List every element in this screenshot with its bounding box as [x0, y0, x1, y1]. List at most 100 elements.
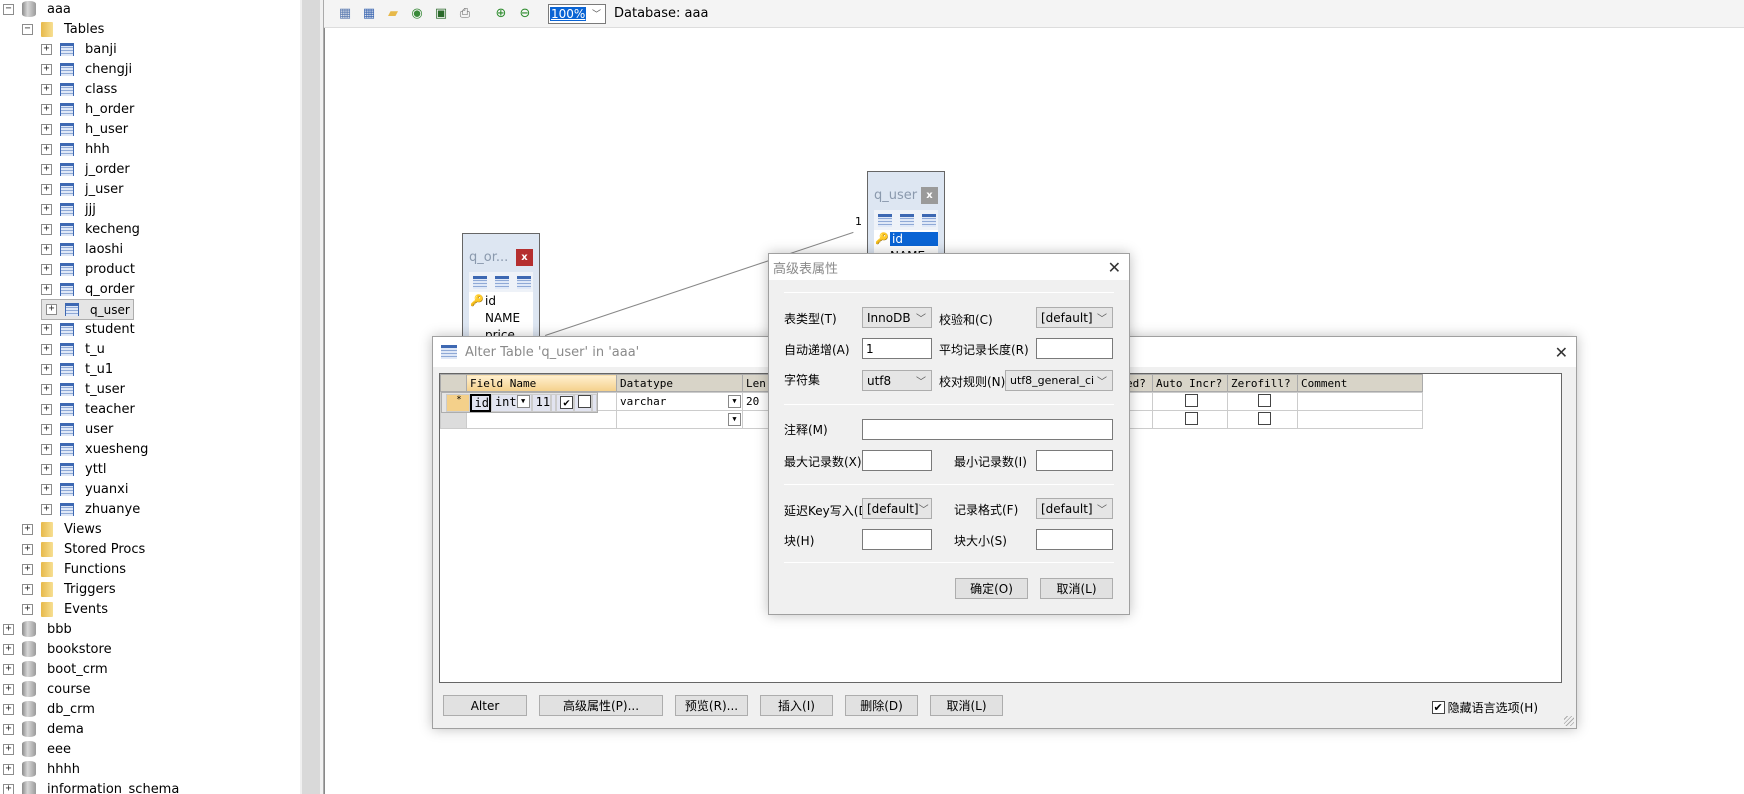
zoom-in-icon[interactable]: ⊕: [492, 5, 510, 23]
expand-icon[interactable]: +: [41, 483, 52, 495]
close-icon[interactable]: x: [516, 248, 533, 266]
charset-select[interactable]: utf8 ﹀: [862, 370, 932, 391]
table-type-select[interactable]: InnoDB ﹀: [862, 307, 932, 328]
add-table-icon[interactable]: ▦: [360, 5, 378, 23]
block-input[interactable]: [862, 529, 932, 550]
erd-field[interactable]: 🔑 id: [874, 230, 938, 247]
expand-icon[interactable]: +: [41, 123, 52, 135]
expand-icon[interactable]: +: [3, 783, 14, 794]
expand-icon[interactable]: +: [3, 743, 14, 755]
zerofill-cell[interactable]: [1227, 410, 1298, 429]
cancel-button[interactable]: 取消(L): [1040, 578, 1113, 599]
tree-database[interactable]: − aaa: [3, 0, 74, 19]
expand-icon[interactable]: +: [41, 203, 52, 215]
row-marker[interactable]: *: [445, 393, 470, 412]
expand-icon[interactable]: +: [41, 443, 52, 455]
hide-language-options-checkbox[interactable]: ✔ 隐藏语言选项(H): [1431, 699, 1538, 716]
comment-cell[interactable]: [1297, 410, 1423, 429]
tree-database[interactable]: + boot_crm: [3, 659, 111, 679]
expand-icon[interactable]: +: [41, 83, 52, 95]
datatype-cell[interactable]: ▼: [616, 410, 743, 429]
expand-icon[interactable]: +: [41, 263, 52, 275]
tree-folder-tables[interactable]: − Tables: [22, 19, 107, 39]
tree-table[interactable]: + jjj: [41, 199, 99, 219]
expand-icon[interactable]: +: [41, 403, 52, 415]
close-icon[interactable]: x: [921, 186, 938, 204]
auto-incr-cell[interactable]: [1152, 392, 1228, 411]
erd-table-q-user[interactable]: q_userx 🔑idNAME: [867, 171, 945, 264]
tree-folder[interactable]: + Functions: [22, 559, 129, 579]
tree-table[interactable]: + user: [41, 419, 116, 439]
checkbox[interactable]: ✔: [560, 395, 574, 409]
expand-icon[interactable]: +: [22, 583, 33, 595]
relations-icon[interactable]: [922, 213, 936, 227]
open-folder-icon[interactable]: ▰: [384, 5, 402, 23]
preview-button[interactable]: 预览(R)...: [675, 695, 748, 716]
expand-icon[interactable]: +: [3, 683, 14, 695]
tree-table[interactable]: + t_u: [41, 339, 108, 359]
checkbox[interactable]: [1185, 411, 1198, 425]
manage-index-icon[interactable]: [495, 275, 509, 289]
tree-table[interactable]: + h_order: [41, 99, 137, 119]
tree-table[interactable]: + zhuanye: [41, 499, 143, 519]
tree-database[interactable]: + dema: [3, 719, 87, 739]
export-image-icon[interactable]: ▣: [432, 5, 450, 23]
dropdown-arrow-icon[interactable]: ▼: [728, 413, 741, 426]
expand-icon[interactable]: +: [41, 423, 52, 435]
scroll-track[interactable]: [302, 0, 320, 794]
tree-table[interactable]: + kecheng: [41, 219, 143, 239]
erd-field[interactable]: 🔑 id: [469, 292, 533, 309]
tree-database[interactable]: + bbb: [3, 619, 75, 639]
column-header-zerofill[interactable]: Zerofill?: [1227, 374, 1298, 392]
checksum-select[interactable]: [default] ﹀: [1036, 307, 1113, 328]
field-name-cell[interactable]: id: [469, 393, 491, 412]
expand-icon[interactable]: +: [41, 163, 52, 175]
tree-folder[interactable]: + Events: [22, 599, 111, 619]
auto-increment-input[interactable]: 1: [862, 338, 932, 359]
alter-button[interactable]: Alter: [443, 695, 527, 716]
edit-table-icon[interactable]: [878, 213, 892, 227]
expand-icon[interactable]: +: [41, 223, 52, 235]
expand-icon[interactable]: +: [3, 723, 14, 735]
dropdown-arrow-icon[interactable]: ▼: [516, 394, 530, 408]
collation-select[interactable]: utf8_general_ci ﹀: [1005, 370, 1113, 391]
erd-field[interactable]: NAME: [469, 309, 533, 326]
datatype-cell[interactable]: int ▼: [490, 393, 532, 412]
checkbox[interactable]: [1257, 411, 1271, 425]
expand-icon[interactable]: +: [41, 463, 52, 475]
tree-table[interactable]: + teacher: [41, 399, 138, 419]
tree-table[interactable]: + h_user: [41, 119, 131, 139]
relations-icon[interactable]: [517, 275, 531, 289]
expand-icon[interactable]: +: [3, 763, 14, 775]
datatype-cell[interactable]: varchar ▼: [616, 392, 743, 411]
splitter[interactable]: [300, 0, 324, 794]
tree-folder[interactable]: + Views: [22, 519, 105, 539]
edit-table-icon[interactable]: [473, 275, 487, 289]
expand-icon[interactable]: +: [22, 543, 33, 555]
tree-table[interactable]: + t_user: [41, 379, 128, 399]
zoom-select[interactable]: 100% ﹀: [548, 3, 606, 24]
row-marker[interactable]: [440, 410, 467, 429]
max-rows-input[interactable]: [862, 450, 932, 471]
expand-icon[interactable]: +: [41, 383, 52, 395]
table-row[interactable]: * id int ▼ 11 ✔: [440, 392, 599, 413]
tree-table[interactable]: + q_user: [41, 299, 134, 320]
tree-table[interactable]: + product: [41, 259, 138, 279]
zerofill-cell[interactable]: [1227, 392, 1298, 411]
avg-row-length-input[interactable]: [1036, 338, 1113, 359]
erd-table-q-order[interactable]: q_or... x 🔑 id NAME price: [462, 233, 540, 343]
comment-cell[interactable]: [592, 393, 598, 412]
tree-table[interactable]: + class: [41, 79, 120, 99]
expand-icon[interactable]: +: [41, 43, 52, 55]
tree-database[interactable]: + information_schema: [3, 779, 182, 794]
expand-icon[interactable]: +: [22, 563, 33, 575]
expand-icon[interactable]: +: [41, 283, 52, 295]
auto-incr-cell[interactable]: [1152, 410, 1228, 429]
expand-icon[interactable]: +: [41, 323, 52, 335]
tree-table[interactable]: + laoshi: [41, 239, 126, 259]
length-cell[interactable]: 11: [531, 393, 552, 412]
tree-table[interactable]: + chengji: [41, 59, 135, 79]
tree-database[interactable]: + hhhh: [3, 759, 83, 779]
field-name-cell[interactable]: [466, 410, 617, 429]
expand-icon[interactable]: +: [3, 643, 14, 655]
